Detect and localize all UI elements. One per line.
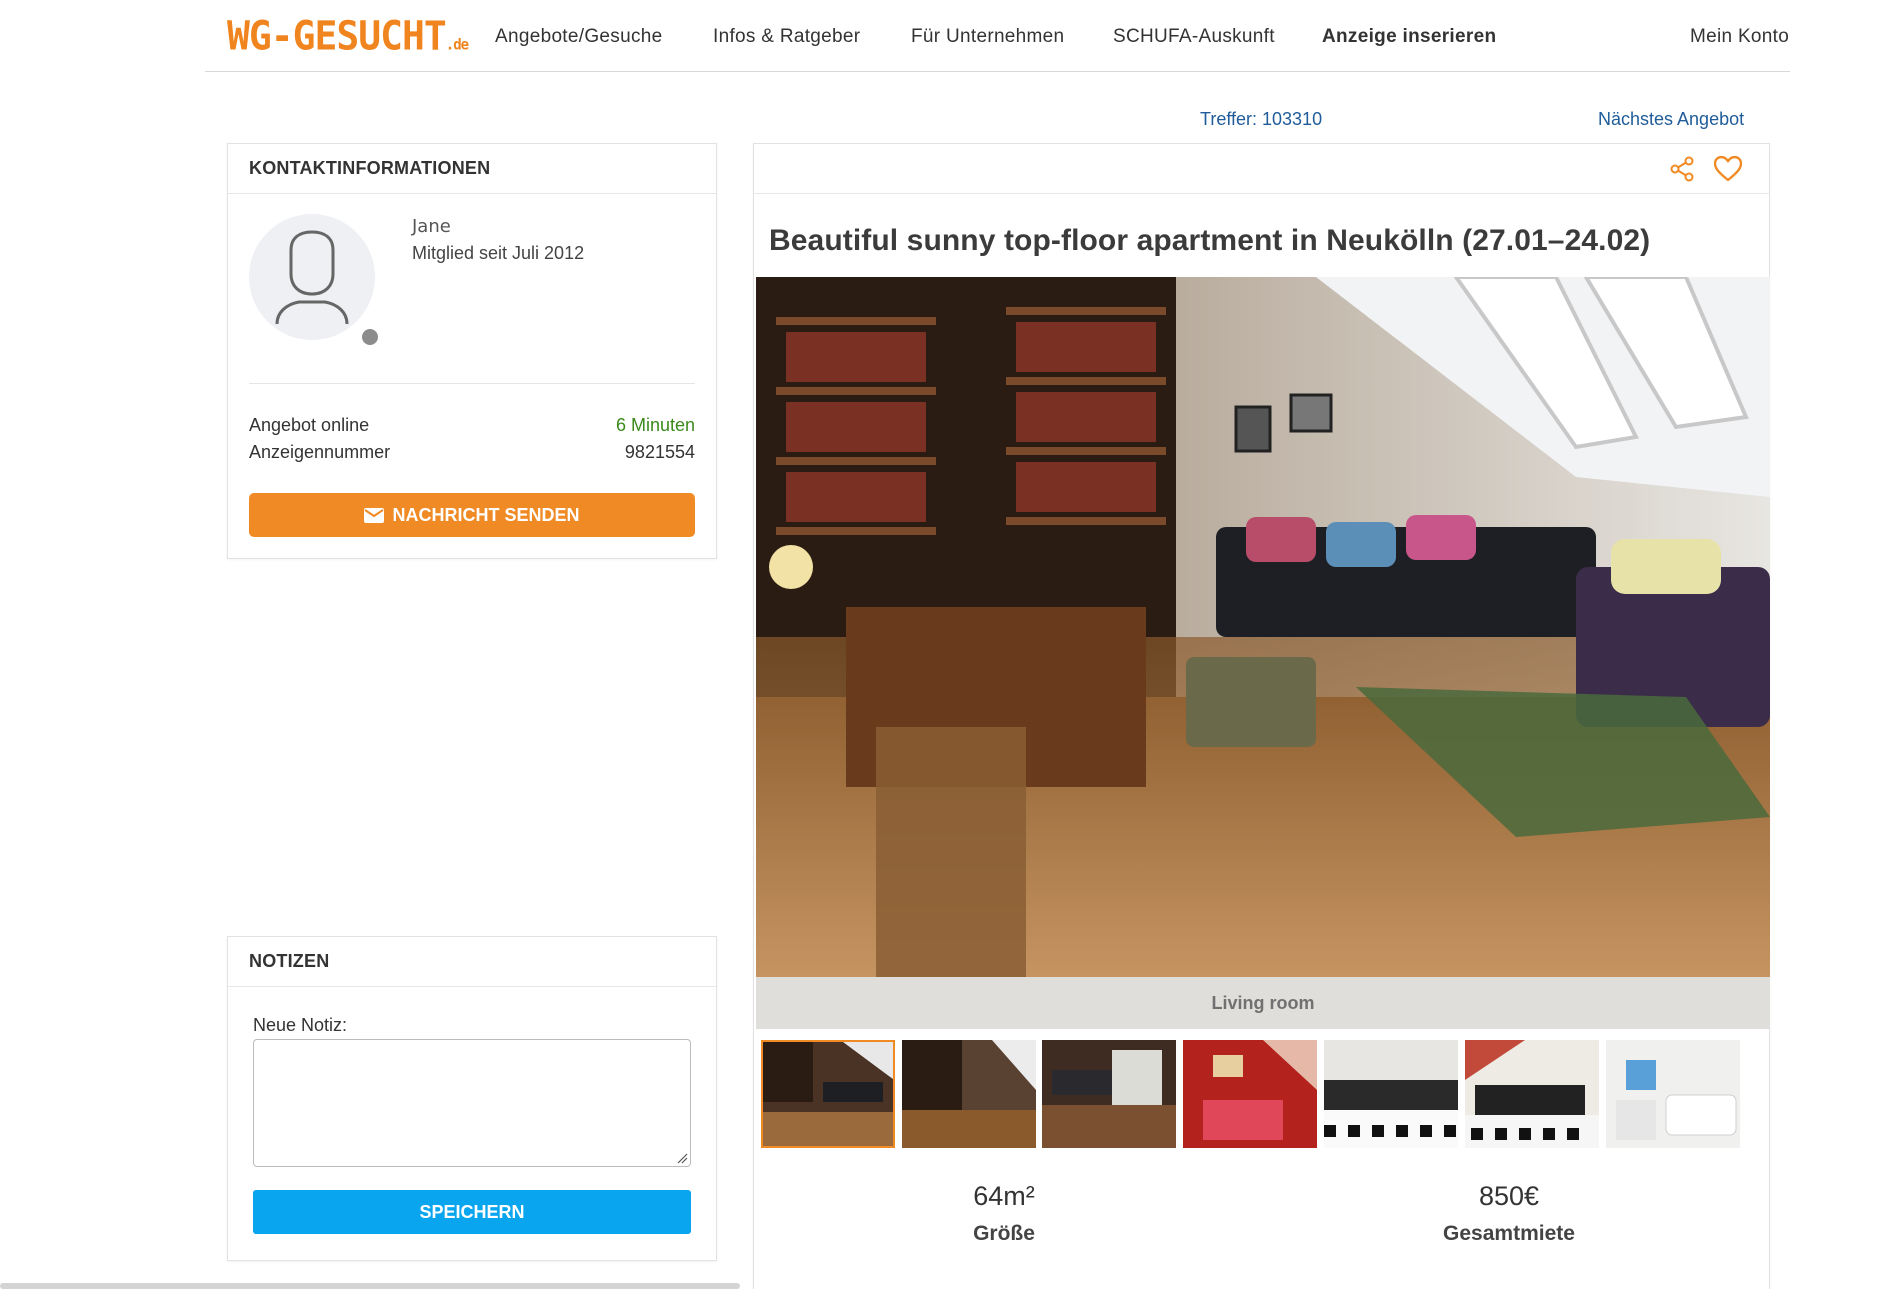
thumbnail-4[interactable] bbox=[1183, 1040, 1317, 1148]
size-value: 64m² bbox=[973, 1181, 1035, 1211]
user-silhouette-icon bbox=[275, 230, 349, 325]
thumbnail-5[interactable] bbox=[1324, 1040, 1458, 1148]
site-header: WG-GESUCHT.de Angebote/Gesuche Infos & R… bbox=[205, 0, 1790, 72]
listing-title: Beautiful sunny top-floor apartment in N… bbox=[769, 224, 1651, 257]
send-message-label: NACHRICHT SENDEN bbox=[392, 504, 580, 525]
nav-mein-konto[interactable]: Mein Konto bbox=[1690, 26, 1789, 48]
main-listing-photo[interactable] bbox=[756, 277, 1770, 977]
mail-icon bbox=[364, 507, 385, 523]
thumbnail-2[interactable] bbox=[902, 1040, 1036, 1148]
member-since: Mitglied seit Juli 2012 bbox=[412, 243, 585, 263]
save-note-button[interactable]: SPEICHERN bbox=[253, 1190, 691, 1234]
notes-panel: NOTIZEN Neue Notiz: SPEICHERN bbox=[227, 936, 717, 1261]
nav-angebote-gesuche[interactable]: Angebote/Gesuche bbox=[495, 26, 662, 48]
site-logo[interactable]: WG-GESUCHT.de bbox=[227, 12, 469, 60]
thumbnail-1[interactable] bbox=[761, 1040, 895, 1148]
send-message-button[interactable]: NACHRICHT SENDEN bbox=[249, 493, 695, 537]
online-status-dot bbox=[359, 326, 381, 348]
online-label: Angebot online bbox=[249, 415, 370, 435]
nav-schufa-auskunft[interactable]: SCHUFA-Auskunft bbox=[1113, 26, 1275, 48]
contact-panel-heading: KONTAKTINFORMATIONEN bbox=[228, 144, 716, 194]
notes-label: Neue Notiz: bbox=[253, 1015, 348, 1035]
rent-label: Gesamtmiete bbox=[1443, 1222, 1575, 1245]
share-icon[interactable] bbox=[1669, 156, 1695, 182]
logo-suffix: .de bbox=[445, 37, 469, 54]
resize-grip-icon[interactable] bbox=[677, 1153, 688, 1164]
ad-number-value: 9821554 bbox=[624, 442, 695, 462]
heart-icon[interactable] bbox=[1714, 156, 1742, 182]
contact-panel: KONTAKTINFORMATIONEN Jane Mitglied seit … bbox=[227, 143, 717, 559]
size-label: Größe bbox=[973, 1222, 1035, 1245]
avatar[interactable] bbox=[249, 214, 381, 348]
nav-infos-ratgeber[interactable]: Infos & Ratgeber bbox=[713, 26, 860, 48]
listing-toolbar bbox=[754, 144, 1769, 194]
notes-panel-heading: NOTIZEN bbox=[228, 937, 716, 987]
listing-panel: Beautiful sunny top-floor apartment in N… bbox=[753, 143, 1770, 1289]
next-offer-link[interactable]: Nächstes Angebot bbox=[1598, 109, 1744, 130]
nav-fuer-unternehmen[interactable]: Für Unternehmen bbox=[911, 26, 1064, 48]
notes-textarea[interactable] bbox=[253, 1039, 691, 1167]
living-room-photo bbox=[756, 277, 1770, 977]
online-value: 6 Minuten bbox=[615, 415, 695, 435]
thumbnail-3[interactable] bbox=[1042, 1040, 1176, 1148]
photo-caption: Living room bbox=[756, 977, 1770, 1029]
rent-value: 850€ bbox=[1478, 1181, 1540, 1211]
thumbnail-6[interactable] bbox=[1465, 1040, 1599, 1148]
nav-anzeige-inserieren[interactable]: Anzeige inserieren bbox=[1322, 26, 1496, 48]
user-name: Jane bbox=[412, 216, 451, 237]
thumbnail-7[interactable] bbox=[1606, 1040, 1740, 1148]
logo-text: WG-GESUCHT bbox=[227, 12, 447, 60]
hits-count-link[interactable]: Treffer: 103310 bbox=[1200, 109, 1322, 130]
divider bbox=[249, 383, 695, 384]
horizontal-scrollbar[interactable] bbox=[0, 1283, 740, 1289]
ad-number-label: Anzeigennummer bbox=[249, 442, 391, 462]
